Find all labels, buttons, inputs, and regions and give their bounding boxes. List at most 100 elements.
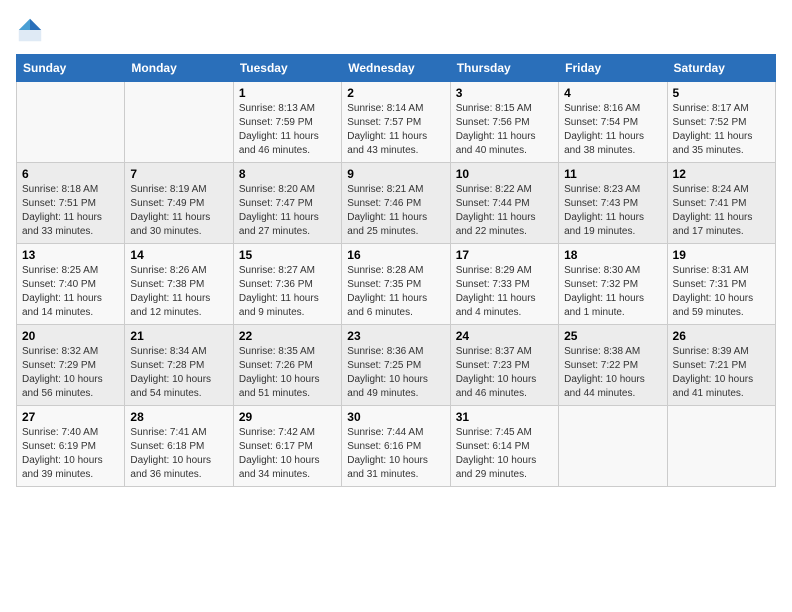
calendar-cell [667, 406, 775, 487]
calendar-week-4: 20Sunrise: 8:32 AM Sunset: 7:29 PM Dayli… [17, 325, 776, 406]
day-number: 30 [347, 410, 444, 424]
day-number: 1 [239, 86, 336, 100]
page-header [16, 16, 776, 44]
calendar-week-5: 27Sunrise: 7:40 AM Sunset: 6:19 PM Dayli… [17, 406, 776, 487]
day-info: Sunrise: 8:34 AM Sunset: 7:28 PM Dayligh… [130, 345, 227, 401]
calendar-cell: 27Sunrise: 7:40 AM Sunset: 6:19 PM Dayli… [17, 406, 125, 487]
day-number: 18 [564, 248, 661, 262]
calendar-cell: 18 Sunrise: 8:30 AM Sunset: 7:32 PM Dayli… [559, 244, 667, 325]
day-number: 5 [673, 86, 770, 100]
calendar-week-2: 6 Sunrise: 8:18 AM Sunset: 7:51 PM Daylig… [17, 163, 776, 244]
day-info: Sunrise: 8:28 AM Sunset: 7:35 PM Dayligh… [347, 264, 444, 320]
header-day-friday: Friday [559, 55, 667, 82]
day-info: Sunrise: 8:24 AM Sunset: 7:41 PM Dayligh… [673, 183, 770, 239]
day-number: 13 [22, 248, 119, 262]
day-number: 22 [239, 329, 336, 343]
day-info: Sunrise: 7:40 AM Sunset: 6:19 PM Dayligh… [22, 426, 119, 482]
calendar-cell [559, 406, 667, 487]
calendar-cell: 4 Sunrise: 8:16 AM Sunset: 7:54 PM Daylig… [559, 82, 667, 163]
day-number: 16 [347, 248, 444, 262]
day-info: Sunrise: 8:38 AM Sunset: 7:22 PM Dayligh… [564, 345, 661, 401]
calendar-cell: 20Sunrise: 8:32 AM Sunset: 7:29 PM Dayli… [17, 325, 125, 406]
day-info: Sunrise: 8:36 AM Sunset: 7:25 PM Dayligh… [347, 345, 444, 401]
calendar-cell: 24 Sunrise: 8:37 AM Sunset: 7:23 PM Dayli… [450, 325, 558, 406]
day-info: Sunrise: 8:31 AM Sunset: 7:31 PM Dayligh… [673, 264, 770, 320]
day-info: Sunrise: 8:14 AM Sunset: 7:57 PM Dayligh… [347, 102, 444, 158]
day-number: 19 [673, 248, 770, 262]
day-number: 28 [130, 410, 227, 424]
calendar-week-1: 1 Sunrise: 8:13 AM Sunset: 7:59 PM Daylig… [17, 82, 776, 163]
day-number: 4 [564, 86, 661, 100]
day-number: 15 [239, 248, 336, 262]
day-number: 31 [456, 410, 553, 424]
calendar-cell [17, 82, 125, 163]
header-day-wednesday: Wednesday [342, 55, 450, 82]
day-number: 21 [130, 329, 227, 343]
header-day-monday: Monday [125, 55, 233, 82]
calendar-cell: 7 Sunrise: 8:19 AM Sunset: 7:49 PM Daylig… [125, 163, 233, 244]
calendar-cell: 9Sunrise: 8:21 AM Sunset: 7:46 PM Daylig… [342, 163, 450, 244]
calendar-table: SundayMondayTuesdayWednesdayThursdayFrid… [16, 54, 776, 487]
calendar-week-3: 13 Sunrise: 8:25 AM Sunset: 7:40 PM Dayli… [17, 244, 776, 325]
calendar-cell [125, 82, 233, 163]
day-info: Sunrise: 8:22 AM Sunset: 7:44 PM Dayligh… [456, 183, 553, 239]
day-info: Sunrise: 8:29 AM Sunset: 7:33 PM Dayligh… [456, 264, 553, 320]
logo-icon [16, 16, 44, 44]
day-number: 2 [347, 86, 444, 100]
calendar-cell: 17 Sunrise: 8:29 AM Sunset: 7:33 PM Dayli… [450, 244, 558, 325]
day-info: Sunrise: 7:41 AM Sunset: 6:18 PM Dayligh… [130, 426, 227, 482]
day-info: Sunrise: 8:21 AM Sunset: 7:46 PM Dayligh… [347, 183, 444, 239]
calendar-cell: 12 Sunrise: 8:24 AM Sunset: 7:41 PM Dayli… [667, 163, 775, 244]
calendar-cell: 31 Sunrise: 7:45 AM Sunset: 6:14 PM Dayli… [450, 406, 558, 487]
day-info: Sunrise: 8:15 AM Sunset: 7:56 PM Dayligh… [456, 102, 553, 158]
calendar-cell: 1 Sunrise: 8:13 AM Sunset: 7:59 PM Daylig… [233, 82, 341, 163]
calendar-cell: 29 Sunrise: 7:42 AM Sunset: 6:17 PM Dayli… [233, 406, 341, 487]
calendar-cell: 15 Sunrise: 8:27 AM Sunset: 7:36 PM Dayli… [233, 244, 341, 325]
calendar-cell: 14 Sunrise: 8:26 AM Sunset: 7:38 PM Dayli… [125, 244, 233, 325]
calendar-cell: 26Sunrise: 8:39 AM Sunset: 7:21 PM Dayli… [667, 325, 775, 406]
calendar-cell: 5 Sunrise: 8:17 AM Sunset: 7:52 PM Daylig… [667, 82, 775, 163]
header-day-saturday: Saturday [667, 55, 775, 82]
day-info: Sunrise: 8:25 AM Sunset: 7:40 PM Dayligh… [22, 264, 119, 320]
calendar-cell: 13 Sunrise: 8:25 AM Sunset: 7:40 PM Dayli… [17, 244, 125, 325]
calendar-header: SundayMondayTuesdayWednesdayThursdayFrid… [17, 55, 776, 82]
day-number: 12 [673, 167, 770, 181]
day-number: 17 [456, 248, 553, 262]
calendar-cell: 23 Sunrise: 8:36 AM Sunset: 7:25 PM Dayli… [342, 325, 450, 406]
day-info: Sunrise: 8:18 AM Sunset: 7:51 PM Dayligh… [22, 183, 119, 239]
day-info: Sunrise: 8:13 AM Sunset: 7:59 PM Dayligh… [239, 102, 336, 158]
day-number: 8 [239, 167, 336, 181]
day-info: Sunrise: 8:32 AM Sunset: 7:29 PM Dayligh… [22, 345, 119, 401]
header-day-tuesday: Tuesday [233, 55, 341, 82]
calendar-cell: 8 Sunrise: 8:20 AM Sunset: 7:47 PM Daylig… [233, 163, 341, 244]
day-info: Sunrise: 8:17 AM Sunset: 7:52 PM Dayligh… [673, 102, 770, 158]
day-number: 24 [456, 329, 553, 343]
day-info: Sunrise: 8:27 AM Sunset: 7:36 PM Dayligh… [239, 264, 336, 320]
day-number: 23 [347, 329, 444, 343]
day-number: 10 [456, 167, 553, 181]
day-info: Sunrise: 7:44 AM Sunset: 6:16 PM Dayligh… [347, 426, 444, 482]
day-info: Sunrise: 8:16 AM Sunset: 7:54 PM Dayligh… [564, 102, 661, 158]
day-info: Sunrise: 7:42 AM Sunset: 6:17 PM Dayligh… [239, 426, 336, 482]
calendar-cell: 3 Sunrise: 8:15 AM Sunset: 7:56 PM Daylig… [450, 82, 558, 163]
calendar-cell: 19 Sunrise: 8:31 AM Sunset: 7:31 PM Dayli… [667, 244, 775, 325]
day-number: 6 [22, 167, 119, 181]
day-number: 29 [239, 410, 336, 424]
header-row: SundayMondayTuesdayWednesdayThursdayFrid… [17, 55, 776, 82]
day-info: Sunrise: 8:20 AM Sunset: 7:47 PM Dayligh… [239, 183, 336, 239]
day-info: Sunrise: 8:26 AM Sunset: 7:38 PM Dayligh… [130, 264, 227, 320]
day-number: 7 [130, 167, 227, 181]
day-info: Sunrise: 8:37 AM Sunset: 7:23 PM Dayligh… [456, 345, 553, 401]
calendar-cell: 21 Sunrise: 8:34 AM Sunset: 7:28 PM Dayli… [125, 325, 233, 406]
calendar-cell: 25Sunrise: 8:38 AM Sunset: 7:22 PM Dayli… [559, 325, 667, 406]
calendar-cell: 6 Sunrise: 8:18 AM Sunset: 7:51 PM Daylig… [17, 163, 125, 244]
day-number: 14 [130, 248, 227, 262]
day-info: Sunrise: 8:35 AM Sunset: 7:26 PM Dayligh… [239, 345, 336, 401]
day-number: 3 [456, 86, 553, 100]
day-info: Sunrise: 8:39 AM Sunset: 7:21 PM Dayligh… [673, 345, 770, 401]
day-info: Sunrise: 7:45 AM Sunset: 6:14 PM Dayligh… [456, 426, 553, 482]
day-info: Sunrise: 8:19 AM Sunset: 7:49 PM Dayligh… [130, 183, 227, 239]
day-info: Sunrise: 8:30 AM Sunset: 7:32 PM Dayligh… [564, 264, 661, 320]
calendar-cell: 28 Sunrise: 7:41 AM Sunset: 6:18 PM Dayli… [125, 406, 233, 487]
day-info: Sunrise: 8:23 AM Sunset: 7:43 PM Dayligh… [564, 183, 661, 239]
